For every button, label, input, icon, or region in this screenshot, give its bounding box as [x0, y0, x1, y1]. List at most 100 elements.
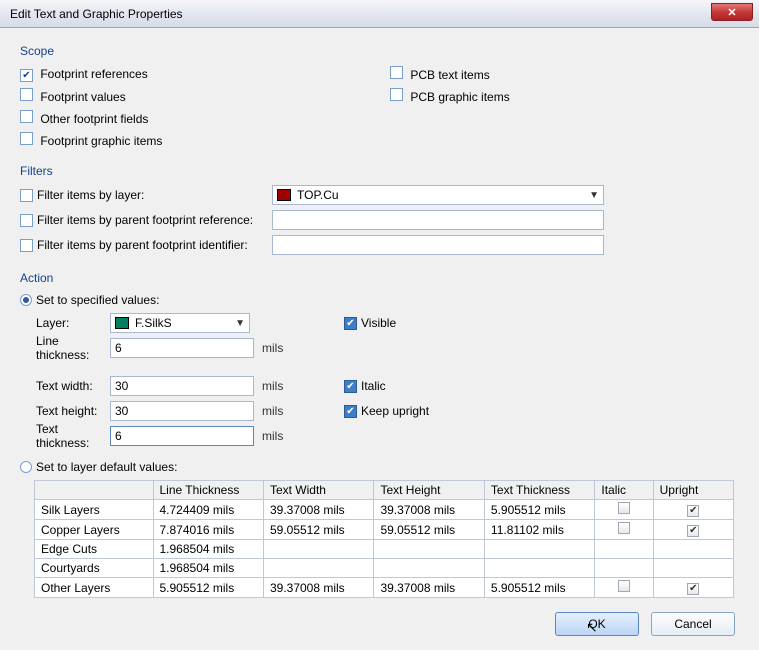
scope-heading: Scope	[20, 44, 739, 58]
table-cell: 59.05512 mils	[374, 520, 484, 540]
filter-by-parent-ref-checkbox[interactable]	[20, 214, 33, 227]
upright-cell-checkbox[interactable]	[687, 525, 699, 537]
filter-by-parent-id-label: Filter items by parent footprint identif…	[37, 238, 248, 252]
upright-cell-checkbox[interactable]	[687, 583, 699, 595]
close-button[interactable]: ✕	[711, 3, 753, 21]
text-width-label: Text width:	[20, 379, 110, 393]
line-thickness-label: Line thickness:	[20, 334, 110, 362]
th-text-thickness: Text Thickness	[484, 481, 594, 500]
text-height-label: Text height:	[20, 404, 110, 418]
table-cell: 39.37008 mils	[263, 578, 373, 598]
layer-label: Layer:	[20, 316, 110, 330]
keep-upright-checkbox[interactable]	[344, 405, 357, 418]
table-cell: Copper Layers	[35, 520, 154, 540]
table-row: Copper Layers7.874016 mils59.05512 mils5…	[35, 520, 734, 540]
ok-label: OK	[588, 617, 605, 631]
visible-label: Visible	[361, 316, 396, 330]
table-cell: 11.81102 mils	[484, 520, 594, 540]
table-cell: 39.37008 mils	[374, 500, 484, 520]
set-specified-radio[interactable]	[20, 294, 32, 306]
table-cell: Courtyards	[35, 559, 154, 578]
window-title: Edit Text and Graphic Properties	[10, 7, 183, 21]
th-line-thickness: Line Thickness	[153, 481, 263, 500]
pcb-text-items-checkbox[interactable]	[390, 66, 403, 79]
text-width-unit: mils	[254, 379, 344, 393]
line-thickness-input[interactable]	[110, 338, 254, 358]
layer-swatch-icon	[115, 317, 129, 329]
text-height-input[interactable]	[110, 401, 254, 421]
th-italic: Italic	[595, 481, 653, 500]
filter-by-layer-checkbox[interactable]	[20, 189, 33, 202]
table-cell	[374, 559, 484, 578]
filter-layer-select[interactable]: TOP.Cu ▼	[272, 185, 604, 205]
italic-cell-checkbox[interactable]	[618, 580, 630, 592]
ok-button[interactable]: OK ↖	[555, 612, 639, 636]
text-width-input[interactable]	[110, 376, 254, 396]
italic-cell-checkbox[interactable]	[618, 522, 630, 534]
italic-checkbox[interactable]	[344, 380, 357, 393]
footprint-values-label: Footprint values	[40, 90, 125, 104]
table-cell	[595, 578, 653, 598]
table-cell: 1.968504 mils	[153, 559, 263, 578]
italic-label: Italic	[361, 379, 386, 393]
table-cell	[374, 540, 484, 559]
layer-value: F.SilkS	[135, 316, 172, 330]
upright-cell-checkbox[interactable]	[687, 505, 699, 517]
other-footprint-fields-checkbox[interactable]	[20, 110, 33, 123]
filter-by-parent-id-checkbox[interactable]	[20, 239, 33, 252]
filter-by-layer-label: Filter items by layer:	[37, 188, 144, 202]
footprint-values-checkbox[interactable]	[20, 88, 33, 101]
table-cell	[263, 540, 373, 559]
set-defaults-radio[interactable]	[20, 461, 32, 473]
layer-swatch-icon	[277, 189, 291, 201]
th-upright: Upright	[653, 481, 733, 500]
visible-checkbox[interactable]	[344, 317, 357, 330]
table-cell: 39.37008 mils	[374, 578, 484, 598]
th-text-width: Text Width	[263, 481, 373, 500]
other-footprint-fields-label: Other footprint fields	[40, 112, 148, 126]
table-cell	[653, 578, 733, 598]
text-thickness-input[interactable]	[110, 426, 254, 446]
pcb-graphic-items-checkbox[interactable]	[390, 88, 403, 101]
table-cell	[595, 500, 653, 520]
table-cell	[653, 540, 733, 559]
titlebar: Edit Text and Graphic Properties ✕	[0, 0, 759, 28]
keep-upright-label: Keep upright	[361, 404, 429, 418]
pcb-graphic-items-label: PCB graphic items	[410, 90, 509, 104]
footprint-references-checkbox[interactable]	[20, 69, 33, 82]
table-cell: Silk Layers	[35, 500, 154, 520]
footprint-graphic-items-checkbox[interactable]	[20, 132, 33, 145]
action-heading: Action	[20, 271, 739, 285]
table-cell	[484, 559, 594, 578]
table-cell: 7.874016 mils	[153, 520, 263, 540]
table-cell	[595, 559, 653, 578]
table-row: Courtyards1.968504 mils	[35, 559, 734, 578]
text-thickness-label: Text thickness:	[20, 422, 110, 450]
chevron-down-icon: ▼	[235, 318, 245, 329]
filters-heading: Filters	[20, 164, 739, 178]
table-row: Edge Cuts1.968504 mils	[35, 540, 734, 559]
table-cell: 5.905512 mils	[484, 578, 594, 598]
set-specified-label: Set to specified values:	[36, 293, 159, 307]
table-cell: Edge Cuts	[35, 540, 154, 559]
filter-parent-ref-input[interactable]	[272, 210, 604, 230]
table-cell: 4.724409 mils	[153, 500, 263, 520]
table-row: Other Layers5.905512 mils39.37008 mils39…	[35, 578, 734, 598]
table-cell: 39.37008 mils	[263, 500, 373, 520]
th-text-height: Text Height	[374, 481, 484, 500]
text-height-unit: mils	[254, 404, 344, 418]
table-cell: 1.968504 mils	[153, 540, 263, 559]
set-defaults-label: Set to layer default values:	[36, 460, 177, 474]
cancel-button[interactable]: Cancel	[651, 612, 735, 636]
filter-layer-value: TOP.Cu	[297, 188, 339, 202]
table-cell: 5.905512 mils	[484, 500, 594, 520]
filter-parent-id-input[interactable]	[272, 235, 604, 255]
table-cell	[653, 559, 733, 578]
close-icon: ✕	[727, 6, 736, 19]
italic-cell-checkbox[interactable]	[618, 502, 630, 514]
layer-select[interactable]: F.SilkS ▼	[110, 313, 250, 333]
defaults-table: Line Thickness Text Width Text Height Te…	[34, 480, 734, 598]
table-cell	[484, 540, 594, 559]
table-cell: Other Layers	[35, 578, 154, 598]
th-row	[35, 481, 154, 500]
